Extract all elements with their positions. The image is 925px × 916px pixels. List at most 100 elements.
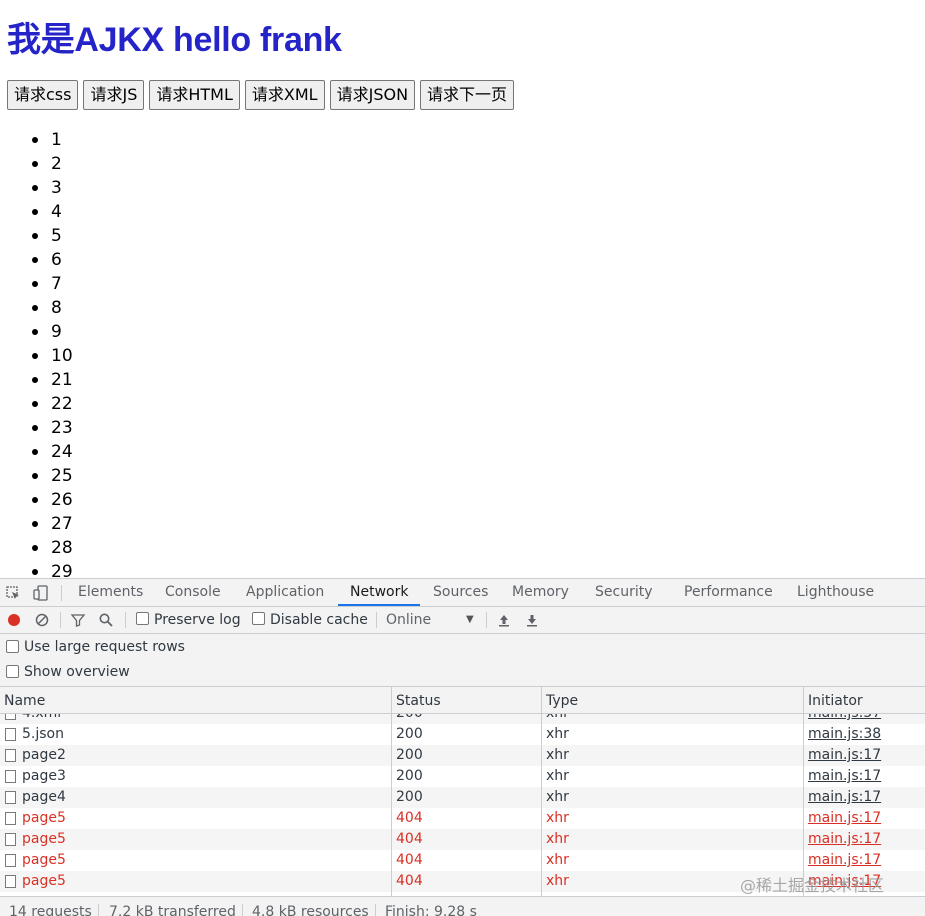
tab-lighthouse[interactable]: Lighthouse xyxy=(797,579,874,606)
table-row[interactable]: page3 200 xhr main.js:17 xyxy=(0,766,925,787)
tab-elements[interactable]: Elements xyxy=(78,579,143,606)
request-css-button[interactable]: 请求css xyxy=(7,80,79,110)
list-item: 27 xyxy=(30,512,73,536)
request-initiator-link[interactable]: main.js:17 xyxy=(808,766,881,787)
request-type: xhr xyxy=(546,873,569,889)
request-initiator-link[interactable]: main.js:17 xyxy=(808,787,881,808)
request-initiator-link[interactable]: main.js:17 xyxy=(808,745,881,766)
request-status: 200 xyxy=(396,768,423,784)
request-status: 200 xyxy=(396,714,423,724)
request-name: 5.json xyxy=(22,726,64,742)
show-overview-checkbox[interactable] xyxy=(6,665,19,678)
throttling-select[interactable]: Online xyxy=(386,607,431,633)
list-item: 28 xyxy=(30,536,73,560)
devtools-panel: Elements Console Application Network Sou… xyxy=(0,578,925,916)
column-divider[interactable] xyxy=(803,687,804,896)
request-initiator-link[interactable]: main.js:17 xyxy=(808,850,881,871)
list-item: 10 xyxy=(30,344,73,368)
record-icon[interactable] xyxy=(6,612,22,628)
list-item: 2 xyxy=(30,152,73,176)
table-header: Name Status Type Initiator xyxy=(0,687,925,714)
preserve-log-checkbox[interactable] xyxy=(136,612,149,625)
filter-icon[interactable] xyxy=(70,612,86,628)
devtools-tab-bar: Elements Console Application Network Sou… xyxy=(0,579,925,607)
preserve-log-label: Preserve log xyxy=(154,612,241,628)
table-row[interactable]: 4.xml 200 xhr main.js:57 xyxy=(0,714,925,724)
column-header-status[interactable]: Status xyxy=(392,687,441,713)
import-har-icon[interactable] xyxy=(496,612,512,628)
export-har-icon[interactable] xyxy=(524,612,540,628)
tab-console[interactable]: Console xyxy=(165,579,221,606)
disable-cache-checkbox[interactable] xyxy=(252,612,265,625)
search-icon[interactable] xyxy=(98,612,114,628)
list-item: 22 xyxy=(30,392,73,416)
list-item: 5 xyxy=(30,224,73,248)
large-request-rows-checkbox[interactable] xyxy=(6,640,19,653)
table-row[interactable]: page5 404 xhr main.js:17 xyxy=(0,808,925,829)
table-row[interactable]: page4 200 xhr main.js:17 xyxy=(0,787,925,808)
list-item: 1 xyxy=(30,128,73,152)
request-name: page5 xyxy=(22,873,66,889)
request-type: xhr xyxy=(546,747,569,763)
request-name: page2 xyxy=(22,747,66,763)
request-name: 4.xml xyxy=(22,714,61,724)
request-status: 404 xyxy=(396,873,423,889)
request-type: xhr xyxy=(546,714,569,724)
list-item: 9 xyxy=(30,320,73,344)
show-overview-label: Show overview xyxy=(24,664,130,680)
toolbar-divider xyxy=(125,612,126,628)
toolbar-divider xyxy=(486,612,487,628)
tabbar-divider xyxy=(61,585,62,601)
clear-icon[interactable] xyxy=(34,612,50,628)
request-initiator-link[interactable]: main.js:17 xyxy=(808,871,881,892)
table-row[interactable]: page5 404 xhr main.js:17 xyxy=(0,829,925,850)
summary-divider xyxy=(375,904,376,916)
list-item: 7 xyxy=(30,272,73,296)
file-icon xyxy=(5,749,16,762)
summary-divider xyxy=(242,904,243,916)
column-header-type[interactable]: Type xyxy=(542,687,578,713)
device-toolbar-icon[interactable] xyxy=(33,585,49,601)
request-initiator-link[interactable]: main.js:17 xyxy=(808,808,881,829)
request-json-button[interactable]: 请求JSON xyxy=(329,80,416,110)
file-icon xyxy=(5,714,16,720)
list-item: 23 xyxy=(30,416,73,440)
table-row[interactable]: page2 200 xhr main.js:17 xyxy=(0,745,925,766)
tab-application[interactable]: Application xyxy=(246,579,324,606)
table-row[interactable]: page5 404 xhr main.js:17 xyxy=(0,850,925,871)
tab-performance[interactable]: Performance xyxy=(684,579,773,606)
request-status: 404 xyxy=(396,852,423,868)
list-item: 4 xyxy=(30,200,73,224)
page-title: 我是AJKX hello frank xyxy=(7,21,342,59)
request-html-button[interactable]: 请求HTML xyxy=(149,80,240,110)
list-item: 21 xyxy=(30,368,73,392)
table-row[interactable]: 5.json 200 xhr main.js:38 xyxy=(0,724,925,745)
request-type: xhr xyxy=(546,852,569,868)
chevron-down-icon: ▼ xyxy=(466,614,474,625)
table-row[interactable]: page5 404 xhr main.js:17 xyxy=(0,871,925,892)
network-summary-bar: 14 requests 7.2 kB transferred 4.8 kB re… xyxy=(0,896,925,916)
request-xml-button[interactable]: 请求XML xyxy=(244,80,325,110)
file-icon xyxy=(5,791,16,804)
request-next-page-button[interactable]: 请求下一页 xyxy=(420,80,515,110)
request-button-row: 请求css 请求JS 请求HTML 请求XML 请求JSON 请求下一页 xyxy=(7,80,519,110)
column-header-initiator[interactable]: Initiator xyxy=(804,687,863,713)
tab-memory[interactable]: Memory xyxy=(512,579,569,606)
request-initiator-link[interactable]: main.js:57 xyxy=(808,714,881,724)
request-js-button[interactable]: 请求JS xyxy=(83,80,145,110)
toolbar-divider xyxy=(376,612,377,628)
column-header-name[interactable]: Name xyxy=(0,687,45,713)
request-type: xhr xyxy=(546,768,569,784)
request-type: xhr xyxy=(546,789,569,805)
file-icon xyxy=(5,812,16,825)
inspect-element-icon[interactable] xyxy=(5,585,21,601)
column-divider[interactable] xyxy=(541,687,542,896)
column-divider[interactable] xyxy=(391,687,392,896)
request-type: xhr xyxy=(546,810,569,826)
request-initiator-link[interactable]: main.js:17 xyxy=(808,829,881,850)
tab-network[interactable]: Network xyxy=(337,579,422,606)
tab-security[interactable]: Security xyxy=(595,579,653,606)
request-initiator-link[interactable]: main.js:38 xyxy=(808,724,881,745)
list-item: 25 xyxy=(30,464,73,488)
tab-sources[interactable]: Sources xyxy=(433,579,488,606)
